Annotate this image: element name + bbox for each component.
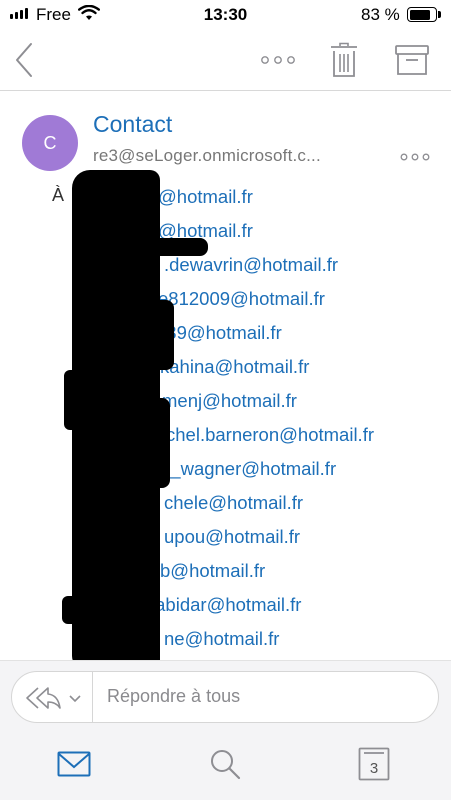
message-more-button[interactable] [397, 145, 433, 169]
tab-mail[interactable] [54, 744, 94, 784]
redaction-mark [150, 300, 174, 370]
archive-button[interactable] [392, 38, 432, 82]
recipient-email[interactable]: e_wagner@hotmail.fr [160, 458, 336, 480]
reply-area: Répondre à tous [0, 660, 451, 730]
tab-calendar[interactable]: 3 [354, 744, 394, 784]
reply-separator [92, 672, 93, 722]
search-icon [211, 750, 241, 780]
recipient-email[interactable]: ne@hotmail.fr [164, 628, 279, 650]
redaction-mark [150, 238, 208, 256]
chevron-left-icon [16, 43, 32, 77]
reply-all-icon [26, 687, 61, 709]
redaction-mark [72, 170, 160, 670]
chevron-down-icon [69, 695, 81, 703]
status-bar: Free 13:30 83 % [0, 0, 451, 30]
mail-icon [57, 751, 91, 777]
recipient-email[interactable]: .abidar@hotmail.fr [150, 594, 301, 616]
avatar[interactable]: C [22, 115, 78, 171]
more-button[interactable] [258, 44, 298, 76]
archive-icon [395, 45, 429, 75]
recipient-email[interactable]: 339@hotmail.fr [156, 322, 282, 344]
toolbar [0, 30, 451, 90]
recipient-email[interactable]: .dewavrin@hotmail.fr [164, 254, 338, 276]
redaction-mark [62, 596, 84, 624]
recipient-email[interactable]: chel.barneron@hotmail.fr [166, 424, 374, 446]
battery-icon [407, 7, 437, 22]
redaction-mark [64, 370, 82, 430]
sender-email[interactable]: re3@seLoger.onmicrosoft.c... [93, 146, 383, 166]
tab-bar: 3 [0, 730, 451, 800]
recipient-email[interactable]: e812009@hotmail.fr [158, 288, 325, 310]
recipient-email[interactable]: chele@hotmail.fr [164, 492, 303, 514]
reply-input[interactable]: Répondre à tous [107, 686, 240, 707]
battery-percent: 83 % [361, 5, 400, 24]
recipient-email[interactable]: menj@hotmail.fr [162, 390, 297, 412]
back-button[interactable] [8, 38, 40, 82]
toolbar-divider [0, 90, 451, 91]
recipient-email[interactable]: kahina@hotmail.fr [160, 356, 309, 378]
redaction-mark [150, 398, 170, 488]
sender-name[interactable]: Contact [93, 111, 172, 138]
battery-tip [438, 11, 441, 18]
to-label: À [52, 185, 65, 205]
recipient-email[interactable]: @hotmail.fr [158, 186, 253, 208]
reply-box[interactable]: Répondre à tous [11, 671, 439, 723]
more-horizontal-icon [400, 153, 430, 161]
calendar-day: 3 [369, 759, 379, 777]
redaction-mark [90, 176, 158, 196]
tab-search[interactable] [205, 744, 245, 784]
more-horizontal-icon [261, 56, 295, 64]
trash-icon [331, 42, 357, 77]
recipient-email[interactable]: b@hotmail.fr [160, 560, 265, 582]
reply-all-button[interactable] [24, 680, 94, 716]
recipient-email[interactable]: upou@hotmail.fr [164, 526, 300, 548]
delete-button[interactable] [326, 38, 362, 82]
